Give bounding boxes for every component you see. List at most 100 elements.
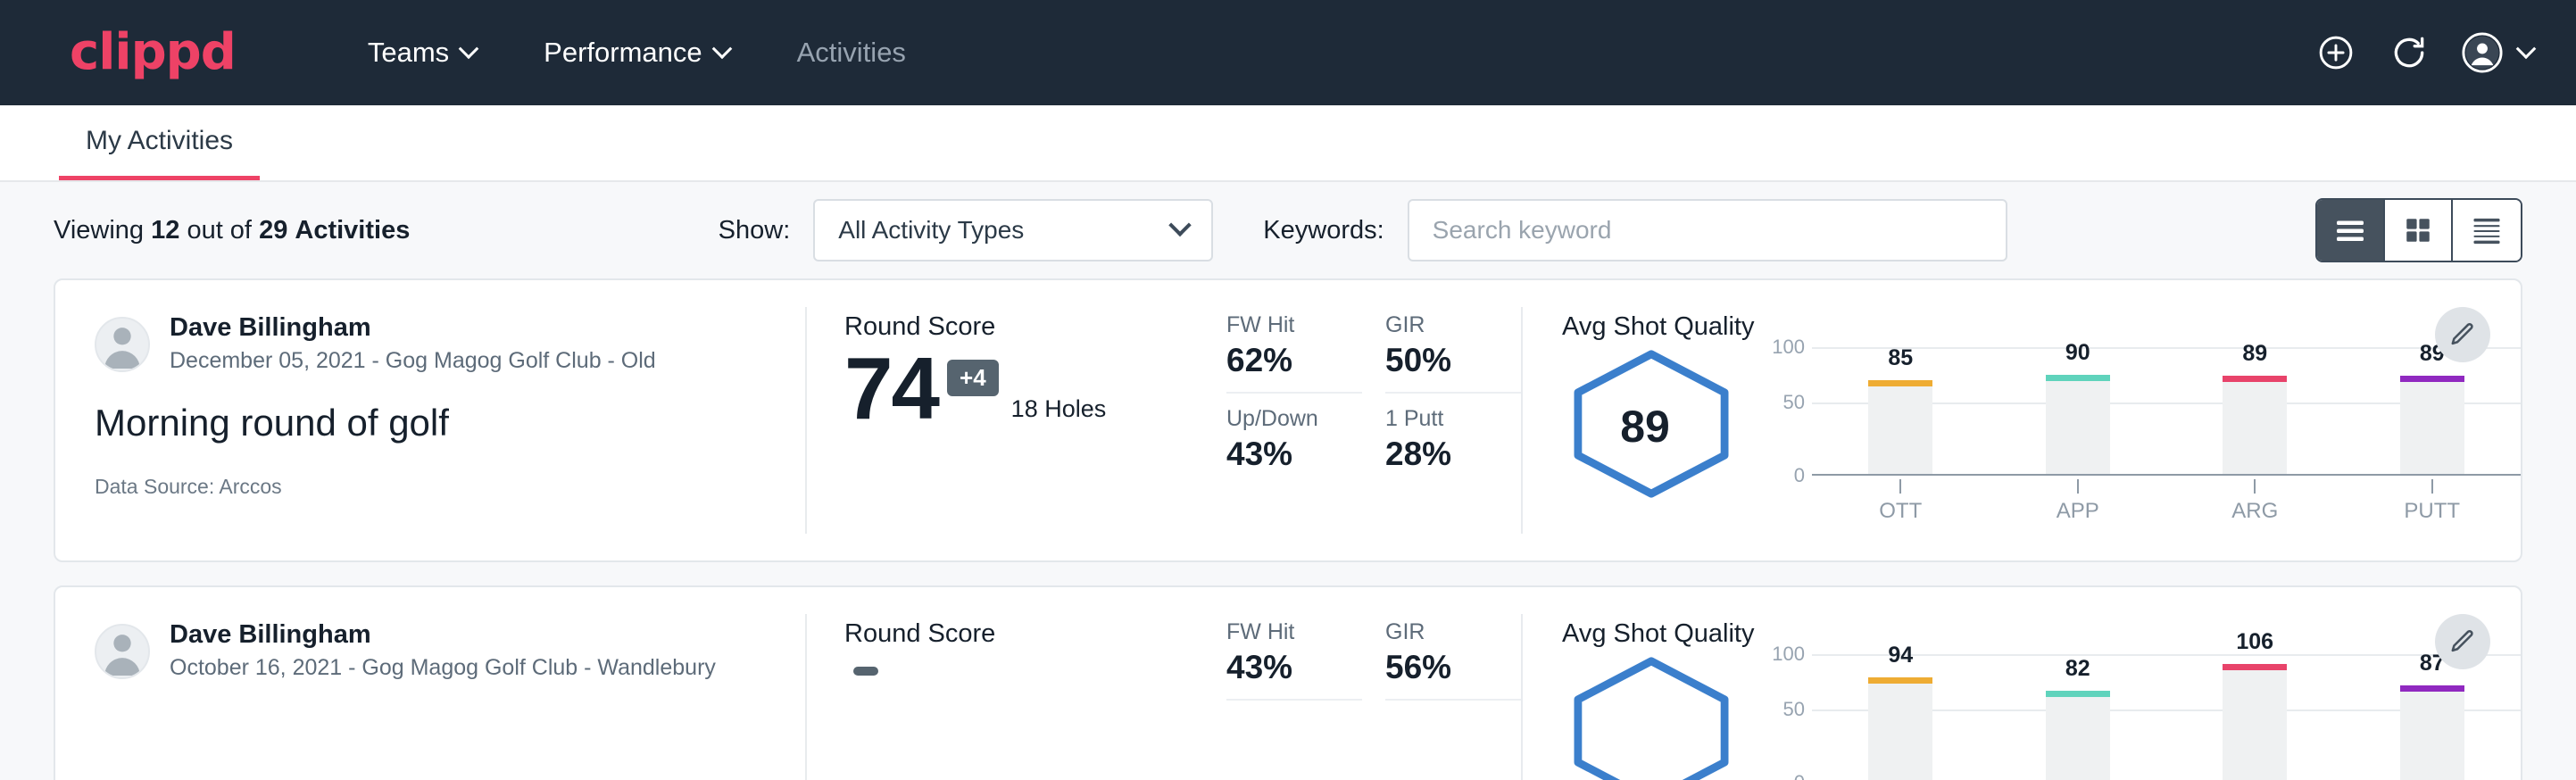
stat-fw-hit-label: FW Hit [1226,619,1362,645]
stat-gir: GIR 50% [1385,312,1521,394]
nav-item-activities[interactable]: Activities [763,37,940,69]
chevron-down-icon [1169,214,1192,236]
y-tick-0: 0 [1794,771,1805,780]
bar-group: 85 [1816,347,1986,474]
round-score-section: Round Score [807,587,1226,780]
search-input[interactable] [1408,199,2007,261]
stat-one-putt-label: 1 Putt [1385,406,1521,432]
shot-quality-section: Avg Shot Quality 89 100 50 0 [1523,280,2521,560]
pencil-icon [2448,627,2477,656]
x-tick-group: OTT [1816,479,1986,524]
bar-value-label: 106 [2236,629,2273,655]
nav-item-activities-label: Activities [797,37,906,69]
bar-value-label: 85 [1888,345,1913,371]
shot-quality-value: 89 [1562,347,1741,505]
x-tick-stem [1899,479,1901,494]
person-name: Dave Billingham [170,619,716,651]
refresh-icon[interactable] [2389,32,2430,73]
list-view-icon [2334,217,2366,244]
stats-grid: FW Hit 62% GIR 50% Up/Down 43% 1 Putt 28… [1226,280,1521,560]
activity-person: Dave Billingham December 05, 2021 - Gog … [95,312,766,377]
viewing-suffix: Activities [295,216,410,245]
score-delta-badge [853,667,878,676]
bar-value-label: 90 [2065,340,2090,366]
bar-group: 94 [1816,654,1986,780]
main-nav: Teams Performance Activities [334,37,940,69]
round-score-label: Round Score [844,619,1226,649]
activity-person: Dave Billingham October 16, 2021 - Gog M… [95,619,766,684]
avatar [95,317,150,372]
bar-value-label: 94 [1888,643,1913,668]
x-tick-label-putt: PUTT [2404,499,2460,524]
activity-meta: December 05, 2021 - Gog Magog Golf Club … [170,346,656,377]
x-tick-group: ARG [2170,479,2340,524]
holes-label: 18 Holes [1011,395,1107,430]
shot-quality-label: Avg Shot Quality [1562,619,2521,649]
stat-gir-value: 50% [1385,342,1521,379]
nav-item-teams[interactable]: Teams [334,37,510,69]
score-delta-badge: +4 [947,360,999,396]
x-tick-stem [2254,479,2256,494]
data-source: Data Source: Arccos [95,475,766,499]
tab-bar: My Activities [0,105,2576,182]
x-tick-group: APP [1992,479,2163,524]
person-name: Dave Billingham [170,312,656,344]
round-score-row: 74 +4 18 Holes [844,347,1226,430]
shot-quality-body: 89 100 50 0 85908989 [1562,347,2521,524]
bar-arg [2223,664,2287,780]
stat-fw-hit-value: 62% [1226,342,1362,379]
clippd-logo[interactable]: clippd [70,28,236,78]
bar-arg [2223,376,2287,474]
round-score-row [844,654,1226,676]
x-tick-label-arg: ARG [2231,499,2278,524]
activity-card[interactable]: Dave Billingham October 16, 2021 - Gog M… [54,585,2522,780]
avatar [95,624,150,679]
bar-group: 89 [2170,347,2340,474]
list-view-button[interactable] [2317,200,2385,261]
activity-card[interactable]: Dave Billingham December 05, 2021 - Gog … [54,278,2522,562]
bar-ott [1868,677,1932,780]
chevron-down-icon [459,38,479,59]
activity-list: Dave Billingham December 05, 2021 - Gog … [0,278,2576,780]
view-toggle-group [2315,198,2522,262]
shot-quality-hexagon [1562,654,1741,780]
stat-up-down-value: 43% [1226,436,1362,473]
x-tick-group: PUTT [2347,479,2517,524]
round-score-section: Round Score 74 +4 18 Holes [807,280,1226,560]
account-avatar-icon[interactable] [2462,32,2503,73]
x-tick-stem [2077,479,2079,494]
chevron-down-icon [711,38,732,59]
chevron-down-icon [2516,38,2537,59]
round-score-value: 74 [844,347,938,430]
grid-view-button[interactable] [2385,200,2453,261]
stats-grid: FW Hit 43% GIR 56% [1226,587,1521,780]
nav-item-performance[interactable]: Performance [510,37,762,69]
stat-up-down-label: Up/Down [1226,406,1362,432]
detail-view-button[interactable] [2453,200,2521,261]
stat-one-putt: 1 Putt 28% [1385,406,1521,473]
chart-bars-1: 948210687 [1812,654,2521,780]
shot-quality-chart: 100 50 0 948210687 OTTAPPARGPUTT [1741,654,2521,780]
stat-gir-label: GIR [1385,619,1521,645]
stat-gir-label: GIR [1385,312,1521,338]
grid-view-icon [2403,215,2433,245]
edit-activity-button[interactable] [2435,614,2490,669]
gridline-0 [1812,474,2521,476]
add-circle-icon[interactable] [2315,32,2356,73]
pencil-icon [2448,320,2477,349]
tab-my-activities[interactable]: My Activities [59,126,260,180]
activity-info: Dave Billingham December 05, 2021 - Gog … [55,280,805,560]
y-tick-50: 50 [1783,391,1805,414]
x-tick-label-app: APP [2057,499,2099,524]
stat-fw-hit: FW Hit 62% [1226,312,1362,394]
bar-group: 87 [2347,654,2517,780]
x-tick-label-ott: OTT [1879,499,1922,524]
y-tick-100: 100 [1772,643,1805,666]
nav-item-teams-label: Teams [368,37,449,69]
round-score-label: Round Score [844,312,1226,342]
activity-type-select[interactable]: All Activity Types [813,199,1213,261]
detail-view-icon [2471,216,2503,245]
edit-activity-button[interactable] [2435,307,2490,362]
nav-item-performance-label: Performance [544,37,702,69]
account-menu[interactable] [2462,32,2533,73]
